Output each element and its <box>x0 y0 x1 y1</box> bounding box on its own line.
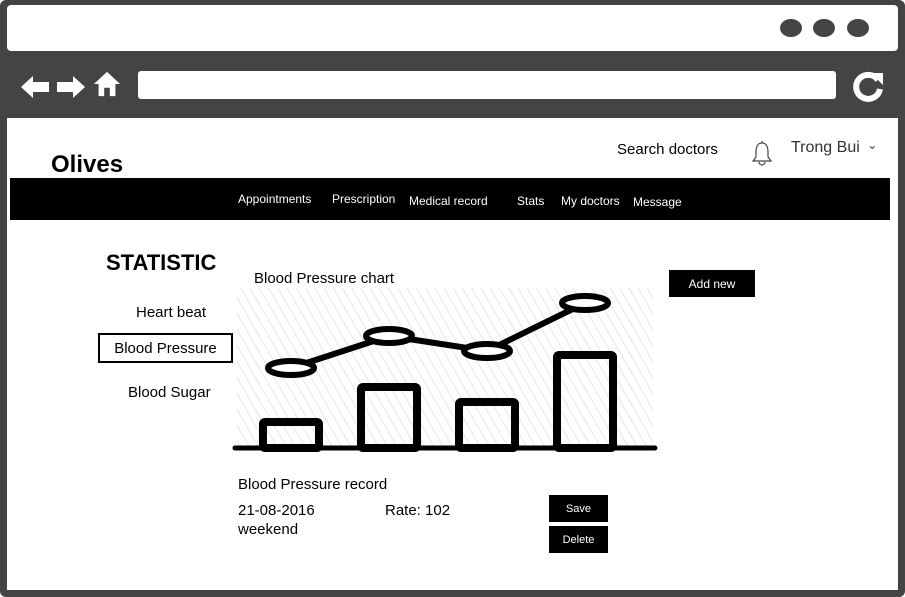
statistic-title: STATISTIC <box>106 250 217 275</box>
nav-my-doctors[interactable]: My doctors <box>561 194 620 208</box>
sidebar-item-heart-beat[interactable]: Heart beat <box>136 304 206 321</box>
delete-button[interactable]: Delete <box>549 526 608 553</box>
record-rate: Rate: 102 <box>385 502 451 519</box>
bell-icon[interactable] <box>751 140 773 166</box>
search-doctors-link[interactable]: Search doctors <box>617 141 718 158</box>
chart-point <box>265 358 317 378</box>
window-control-dot-icon[interactable] <box>847 19 869 37</box>
main-navbar: Appointments Prescription Medical record… <box>10 178 890 220</box>
brand-logo: Olives <box>51 151 124 178</box>
chart-title: Blood Pressure chart <box>254 270 395 287</box>
page-content: Olives Search doctors Trong Bui ⌄ Appoin… <box>7 118 898 590</box>
blood-pressure-chart <box>232 288 658 452</box>
add-new-button[interactable]: Add new <box>669 270 755 297</box>
browser-window: Olives Search doctors Trong Bui ⌄ Appoin… <box>0 0 905 597</box>
chart-point <box>559 293 611 313</box>
window-control-dot-icon[interactable] <box>780 19 802 37</box>
window-control-dot-icon[interactable] <box>813 19 835 37</box>
chart-point <box>363 326 415 346</box>
nav-prescription[interactable]: Prescription <box>332 192 395 206</box>
nav-appointments[interactable]: Appointments <box>238 192 311 206</box>
nav-stats[interactable]: Stats <box>517 194 544 208</box>
back-arrow-icon[interactable] <box>19 73 51 101</box>
chevron-down-icon: ⌄ <box>867 138 878 152</box>
record-label: weekend <box>238 521 299 538</box>
sidebar-item-blood-sugar[interactable]: Blood Sugar <box>128 384 211 401</box>
browser-toolbar <box>7 55 898 115</box>
home-icon[interactable] <box>91 70 123 98</box>
nav-medical-record[interactable]: Medical record <box>409 194 488 208</box>
reload-icon[interactable] <box>851 69 885 103</box>
browser-titlebar <box>7 5 898 51</box>
chart-point <box>461 341 513 361</box>
forward-arrow-icon[interactable] <box>55 73 87 101</box>
save-button[interactable]: Save <box>549 495 608 522</box>
record-date: 21-08-2016 <box>238 502 315 519</box>
url-bar[interactable] <box>138 71 836 99</box>
record-title: Blood Pressure record <box>238 476 388 493</box>
sidebar-item-blood-pressure[interactable]: Blood Pressure <box>98 333 233 363</box>
user-name: Trong Bui <box>791 139 860 156</box>
user-menu[interactable]: Trong Bui ⌄ <box>791 138 878 157</box>
nav-message[interactable]: Message <box>633 195 682 209</box>
